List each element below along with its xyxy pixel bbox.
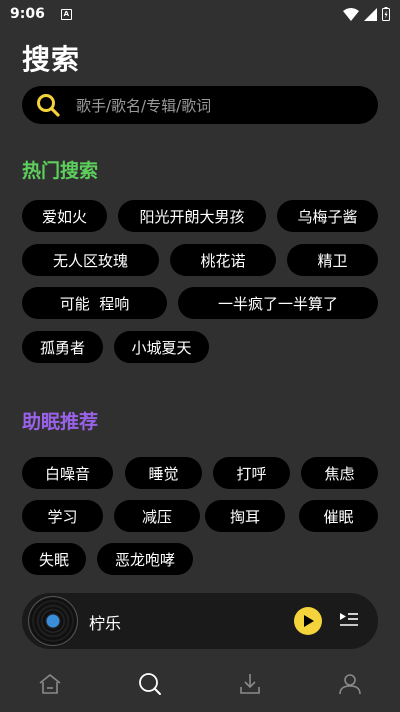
sleep-tag[interactable]: 学习: [22, 500, 103, 532]
sleep-tag[interactable]: 睡觉: [125, 457, 202, 489]
sleep-tag[interactable]: 白噪音: [22, 457, 113, 489]
sleep-tag[interactable]: 掏耳: [205, 500, 285, 532]
user-icon: [339, 674, 361, 695]
sleep-recommend-tags: 白噪音 睡觉 打呼 焦虑 学习 减压 掏耳 催眠 失眠 恶龙咆哮: [22, 457, 378, 577]
nav-home[interactable]: [0, 656, 100, 712]
home-icon: [39, 674, 61, 694]
status-time: 9:06: [10, 6, 45, 22]
hot-search-tag[interactable]: 爱如火: [22, 200, 107, 232]
sleep-tag[interactable]: 打呼: [213, 457, 290, 489]
hot-search-tag[interactable]: 一半疯了一半算了: [178, 287, 378, 319]
album-disc-icon: [28, 596, 78, 646]
bottom-nav: [0, 656, 400, 712]
playlist-icon[interactable]: [338, 610, 360, 632]
download-icon: [240, 674, 260, 694]
nav-download[interactable]: [200, 656, 300, 712]
search-icon: [139, 673, 161, 695]
nav-search[interactable]: [100, 656, 200, 712]
hot-search-tag[interactable]: 桃花诺: [170, 244, 276, 276]
play-button[interactable]: [294, 607, 322, 635]
sleep-tag[interactable]: 恶龙咆哮: [97, 543, 193, 575]
play-icon: [304, 615, 314, 627]
hot-search-tag[interactable]: 孤勇者: [22, 331, 103, 363]
nav-profile[interactable]: [300, 656, 400, 712]
signal-icon: [364, 7, 377, 21]
song-title: 柠乐: [89, 614, 122, 633]
hot-search-tag[interactable]: 阳光开朗大男孩: [118, 200, 266, 232]
sleep-tag[interactable]: 减压: [114, 500, 200, 532]
sleep-tag[interactable]: 失眠: [22, 543, 86, 575]
status-bar: 9:06 A: [0, 0, 400, 28]
battery-icon: [382, 7, 390, 21]
sleep-recommend-title: 助眠推荐: [22, 411, 99, 433]
hot-search-tag[interactable]: 小城夏天: [114, 331, 209, 363]
notification-icon: A: [60, 8, 72, 20]
hot-search-tags: 爱如火 阳光开朗大男孩 乌梅子酱 无人区玫瑰 桃花诺 精卫 可能 程响 一半疯了…: [22, 200, 378, 370]
hot-search-tag[interactable]: 精卫: [287, 244, 378, 276]
search-placeholder: 歌手/歌名/专辑/歌词: [76, 96, 212, 115]
hot-search-title: 热门搜索: [22, 160, 99, 182]
search-icon: [37, 94, 60, 117]
sleep-tag[interactable]: 焦虑: [301, 457, 378, 489]
hot-search-tag[interactable]: 乌梅子酱: [277, 200, 378, 232]
mini-player[interactable]: 柠乐: [22, 593, 378, 649]
search-input[interactable]: 歌手/歌名/专辑/歌词: [22, 86, 378, 124]
hot-search-tag[interactable]: 可能 程响: [22, 287, 167, 319]
hot-search-tag[interactable]: 无人区玫瑰: [22, 244, 159, 276]
page-title: 搜索: [22, 43, 81, 76]
status-icons: [343, 7, 390, 21]
sleep-tag[interactable]: 催眠: [299, 500, 378, 532]
wifi-icon: [343, 7, 359, 21]
